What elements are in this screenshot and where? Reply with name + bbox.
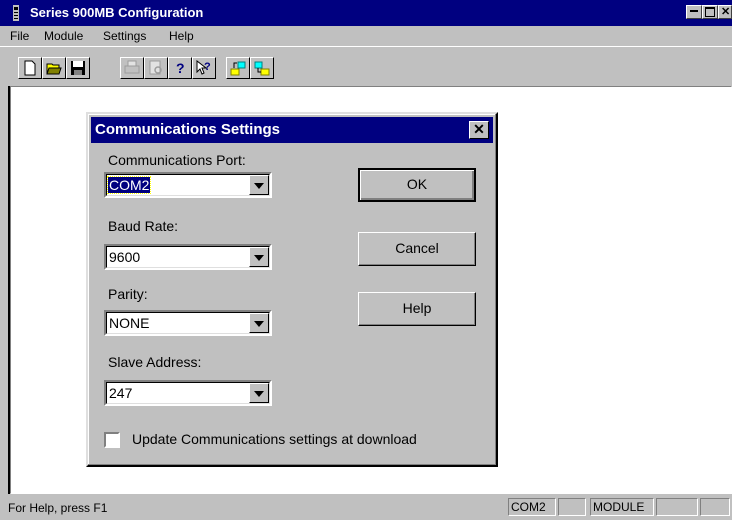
parity-value: NONE xyxy=(109,315,150,331)
parity-select[interactable]: NONE xyxy=(104,310,272,336)
help-button[interactable]: Help xyxy=(358,292,476,326)
minimize-icon xyxy=(690,10,698,12)
dialog-title: Communications Settings xyxy=(95,121,281,138)
svg-text:?: ? xyxy=(204,61,211,73)
window-title: Series 900MB Configuration xyxy=(30,5,204,20)
help-icon: ? xyxy=(176,60,185,76)
upload-button[interactable] xyxy=(226,57,250,79)
download-icon xyxy=(254,61,270,76)
menu-file[interactable]: File xyxy=(10,29,29,43)
open-button[interactable] xyxy=(42,57,66,79)
app-icon xyxy=(13,5,19,21)
menu-bar: File Module Settings Help xyxy=(0,26,732,46)
toolbar: ? ? xyxy=(0,46,732,86)
status-mode: MODULE xyxy=(590,498,654,516)
menu-settings[interactable]: Settings xyxy=(103,29,146,43)
baud-label: Baud Rate: xyxy=(108,218,179,234)
upload-icon xyxy=(230,61,246,76)
chevron-down-icon[interactable] xyxy=(249,313,269,333)
status-pane-4 xyxy=(656,498,698,516)
slave-address-label: Slave Address: xyxy=(108,354,202,370)
menu-help[interactable]: Help xyxy=(169,29,194,43)
chevron-down-icon[interactable] xyxy=(249,383,269,403)
open-folder-icon xyxy=(46,63,62,75)
status-help-text: For Help, press F1 xyxy=(8,501,108,515)
status-port: COM2 xyxy=(508,498,556,516)
cancel-button[interactable]: Cancel xyxy=(358,232,476,266)
title-bar: Series 900MB Configuration ✕ xyxy=(0,0,732,26)
menu-module[interactable]: Module xyxy=(44,29,83,43)
new-file-icon xyxy=(24,60,36,76)
dialog-title-bar: Communications Settings ✕ xyxy=(91,117,493,143)
baud-value: 9600 xyxy=(109,249,141,265)
context-help-icon: ? xyxy=(196,60,211,75)
status-pane-2 xyxy=(558,498,586,516)
port-value: COM2 xyxy=(106,176,152,194)
new-file-button[interactable] xyxy=(18,57,42,79)
print-icon xyxy=(124,60,140,74)
slave-address-value: 247 xyxy=(109,385,133,401)
print-preview-icon xyxy=(149,60,162,75)
maximize-icon xyxy=(705,7,715,17)
close-icon: ✕ xyxy=(473,121,485,137)
minimize-button[interactable] xyxy=(686,5,702,19)
chevron-down-icon[interactable] xyxy=(249,247,269,267)
communications-settings-dialog: Communications Settings ✕ Communications… xyxy=(86,112,498,467)
port-select[interactable]: COM2 xyxy=(104,172,272,198)
close-button[interactable]: ✕ xyxy=(718,5,732,19)
baud-rate-select[interactable]: 9600 xyxy=(104,244,272,270)
update-settings-checkbox[interactable] xyxy=(104,432,120,448)
ok-button[interactable]: OK xyxy=(358,168,476,202)
port-label: Communications Port: xyxy=(108,152,246,168)
parity-label: Parity: xyxy=(108,286,148,302)
status-pane-5 xyxy=(700,498,730,516)
context-help-button[interactable]: ? xyxy=(192,57,216,79)
save-disk-icon xyxy=(71,61,85,75)
chevron-down-icon[interactable] xyxy=(249,175,269,195)
status-bar: For Help, press F1 COM2 MODULE xyxy=(0,494,732,520)
print-preview-button[interactable] xyxy=(144,57,168,79)
help-button[interactable]: ? xyxy=(168,57,192,79)
dialog-close-button[interactable]: ✕ xyxy=(469,121,489,139)
maximize-button[interactable] xyxy=(702,5,718,19)
save-button[interactable] xyxy=(66,57,90,79)
update-settings-label[interactable]: Update Communications settings at downlo… xyxy=(132,431,417,447)
close-icon: ✕ xyxy=(721,6,731,18)
slave-address-select[interactable]: 247 xyxy=(104,380,272,406)
svg-text:?: ? xyxy=(176,60,185,76)
print-button[interactable] xyxy=(120,57,144,79)
download-button[interactable] xyxy=(250,57,274,79)
